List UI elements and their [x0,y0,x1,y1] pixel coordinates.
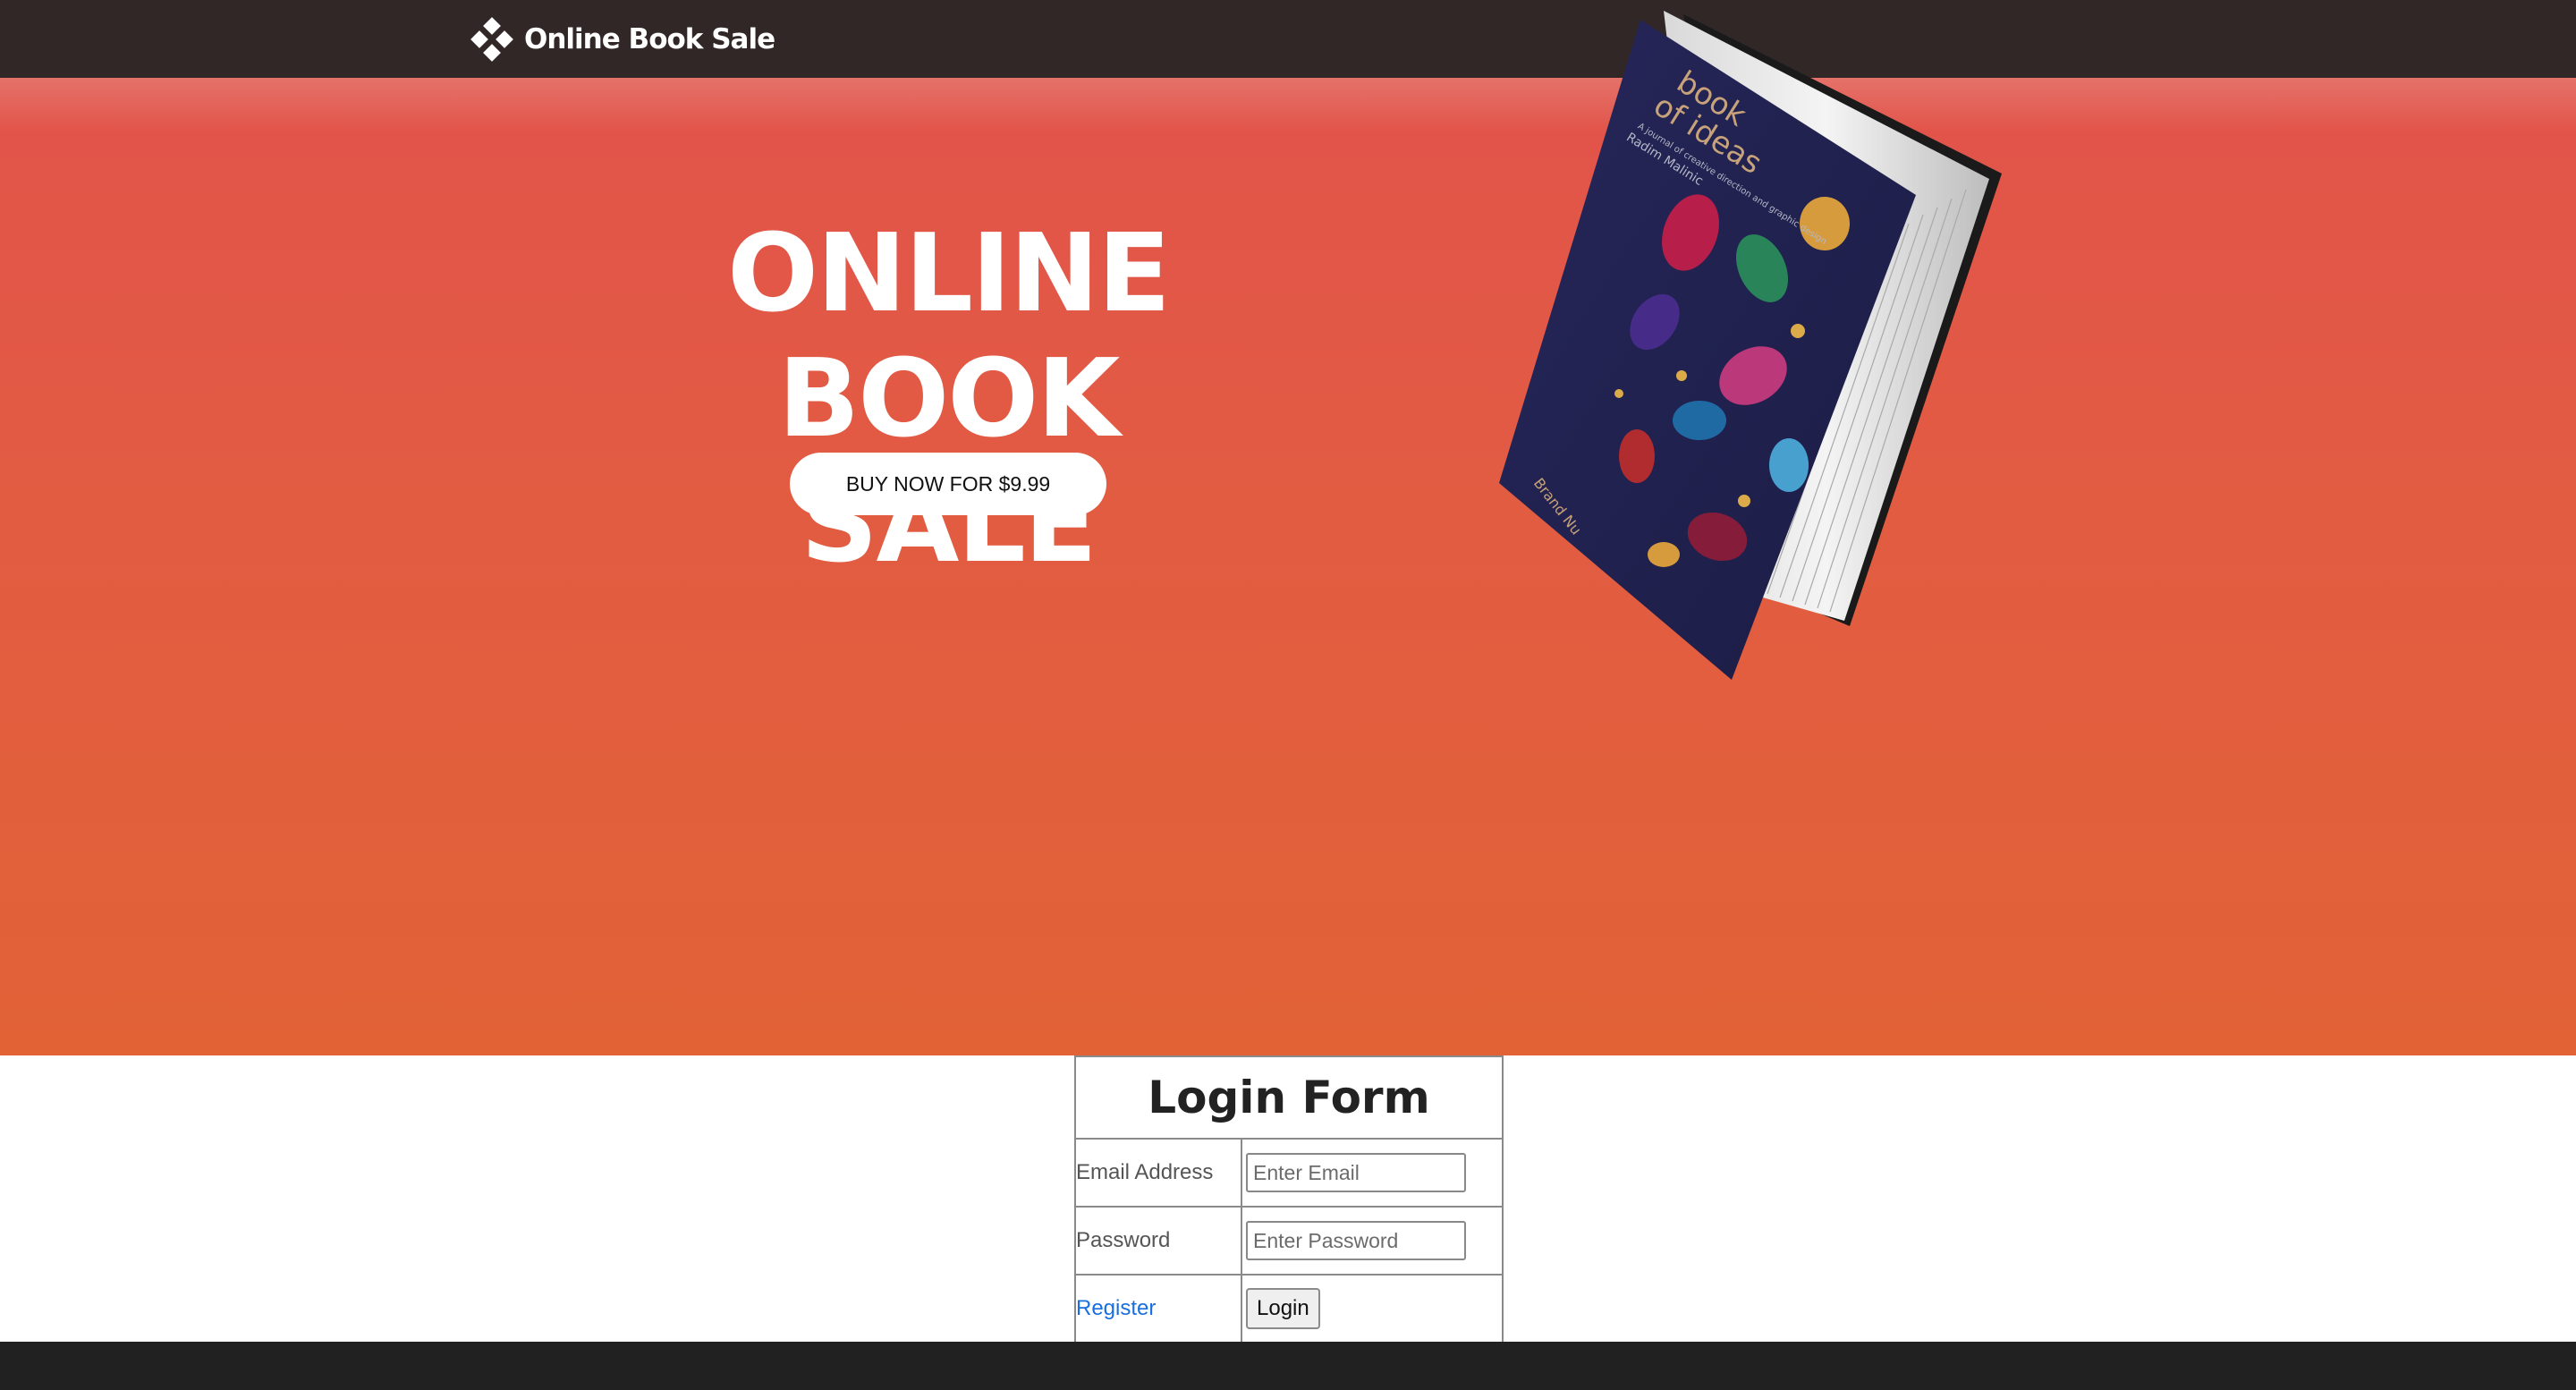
login-button-cell: Login [1241,1274,1504,1343]
register-cell: Register [1074,1274,1242,1343]
book-illustration: book of ideas A journal of creative dire… [1476,0,2030,680]
password-input[interactable] [1246,1221,1466,1260]
hero-top-fade [0,78,2576,131]
email-label: Email Address [1074,1138,1242,1208]
register-link[interactable]: Register [1076,1296,1156,1320]
email-input[interactable] [1246,1153,1466,1192]
hero-title: ONLINE BOOK SALE [572,212,1324,588]
top-navbar: Online Book Sale [0,0,2576,78]
buy-now-button[interactable]: BUY NOW FOR $9.99 [790,453,1106,515]
password-input-cell [1241,1206,1504,1276]
hero-section: ONLINE BOOK SALE BUY NOW FOR $9.99 [0,78,2576,1055]
diamond-cluster-icon [470,17,513,62]
login-form: Login Form Email Address Password Regist… [1074,1055,1504,1343]
email-input-cell [1241,1138,1504,1208]
login-button[interactable]: Login [1246,1288,1320,1329]
page-footer [0,1342,2576,1390]
password-label: Password [1074,1206,1242,1276]
brand-logo-link[interactable]: Online Book Sale [469,13,775,66]
login-form-title: Login Form [1074,1055,1504,1140]
brand-name: Online Book Sale [524,23,775,55]
hero-title-line1: ONLINE BOOK [727,212,1171,462]
